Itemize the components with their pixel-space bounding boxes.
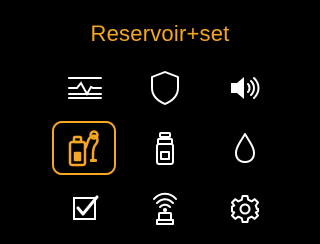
menu-item-reservoir-set[interactable] [45,118,125,178]
reservoir-set-icon [68,130,99,167]
reservoir-icon [156,132,174,165]
menu-item-connection[interactable] [125,178,205,238]
menu-grid [45,58,285,238]
menu-item-settings[interactable] [205,178,285,238]
graph-line-icon [68,77,102,99]
menu-item-reservoir[interactable] [125,118,205,178]
speaker-icon [231,77,260,99]
wireless-icon [153,192,177,225]
shield-icon [151,71,179,105]
menu-item-prime[interactable] [205,118,285,178]
drop-icon [235,133,255,163]
checkbox-icon [73,195,99,220]
menu-item-sound[interactable] [205,58,285,118]
screen-title: Reservoir+set [90,21,230,46]
menu-item-checks[interactable] [45,178,125,238]
menu-item-history[interactable] [45,58,125,118]
menu-item-security[interactable] [125,58,205,118]
gear-icon [231,195,259,223]
